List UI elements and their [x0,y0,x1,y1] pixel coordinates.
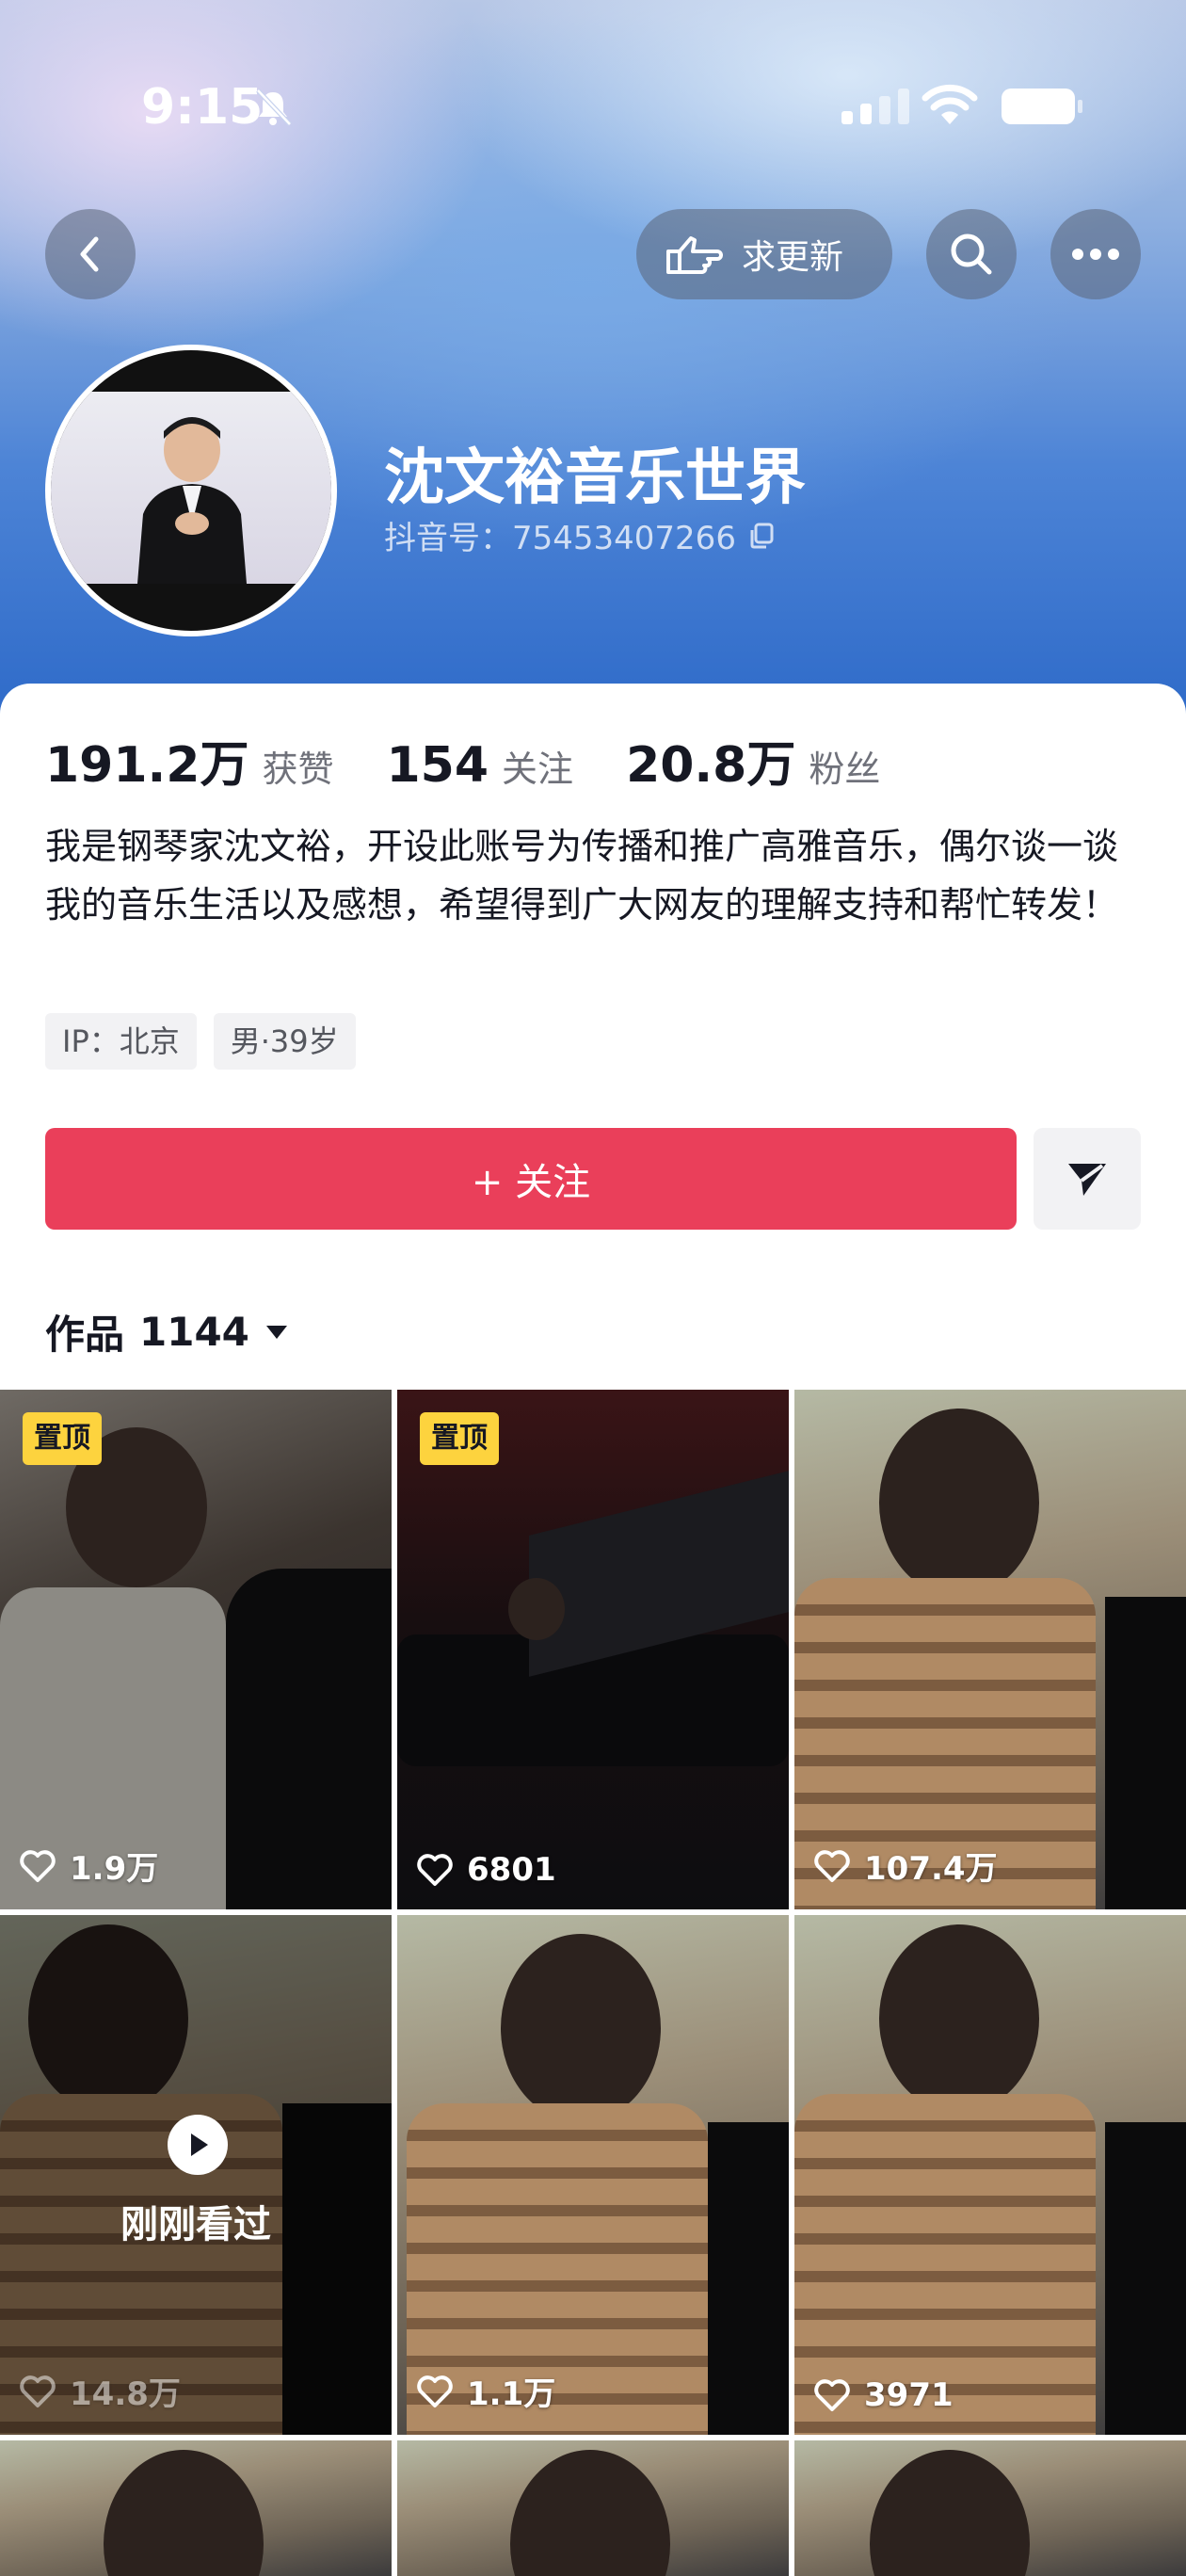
video-likes-count: 6801 [467,1851,556,1889]
douyin-id-value: 75453407266 [512,520,736,557]
video-likes: 14.8万 [19,2368,181,2414]
follow-button[interactable]: + 关注 [45,1128,1017,1230]
works-tab-label: 作品 [45,1312,125,1358]
performer-head [879,1409,1039,1597]
video-thumbnail[interactable]: 1.1万 [397,1915,789,2435]
share-button[interactable] [1034,1128,1141,1230]
video-likes: 1.9万 [19,1843,158,1889]
play-icon [191,2133,208,2156]
video-thumbnail[interactable]: 置顶 6801 [397,1390,789,1909]
heart-icon [814,1849,850,1882]
video-likes-count: 1.9万 [70,1850,159,1888]
video-likes: 1.1万 [416,2368,555,2414]
performer-head [104,2450,264,2576]
back-button[interactable] [45,209,136,299]
heart-icon [417,1854,453,1886]
likes-count: 191.2万 [45,737,249,794]
video-thumbnail[interactable] [794,2440,1186,2576]
heart-icon [20,1849,56,1882]
piano-shape [1105,2122,1186,2435]
followers-label[interactable]: 粉丝 [809,740,880,792]
status-time: 9:15 [141,79,264,136]
search-icon [951,233,992,275]
avatar-photo [51,392,331,584]
more-dots-icon [1072,249,1119,260]
performer-head [510,2450,670,2576]
caret-down-icon [265,1325,287,1339]
tab-works[interactable]: 作品 1144 [45,1303,289,1360]
recently-watched-overlay [0,1915,392,2435]
following-label[interactable]: 关注 [502,740,573,792]
profile-bio: 我是钢琴家沈文裕，开设此账号为传播和推广高雅音乐，偶尔谈一谈我的音乐生活以及感想… [45,826,1119,926]
performer-head [508,1578,565,1640]
play-button[interactable] [168,2115,228,2175]
video-thumbnail[interactable]: 置顶 1.9万 [0,1390,392,1909]
cellular-signal-icon [841,89,909,124]
works-count: 1144 [139,1309,249,1355]
douyin-id-text: 抖音号：75453407266 [384,512,736,558]
video-likes: 107.4万 [813,1843,998,1889]
performer-head [870,2450,1030,2576]
douyin-id: 抖音号：75453407266 [384,512,776,558]
video-likes-count: 1.1万 [467,2375,556,2413]
piano-shape [708,2122,789,2435]
video-likes-count: 14.8万 [70,2375,181,2413]
performer-head [501,1934,661,2122]
followers-count[interactable]: 20.8万 [626,725,795,796]
status-bar: 9:15 [0,0,1186,136]
video-likes: 6801 [416,1851,556,1889]
recently-watched-label: 刚刚看过 [120,2203,271,2246]
heart-icon [417,2375,453,2407]
pinned-badge: 置顶 [23,1412,102,1465]
piano-shape [226,1569,392,1909]
mute-bell-icon [256,89,292,126]
profile-tags: IP：北京 男·39岁 [45,1013,356,1070]
heart-icon [20,2375,56,2407]
video-likes: 3971 [813,2376,954,2414]
more-button[interactable] [1050,209,1141,299]
profile-name: 沈文裕音乐世界 [384,443,806,513]
ip-location-tag: IP：北京 [45,1013,197,1070]
video-thumbnail[interactable]: 3971 [794,1915,1186,2435]
request-update-label: 求更新 [742,238,844,277]
avatar[interactable] [45,345,337,636]
copy-icon[interactable] [747,522,776,550]
search-button[interactable] [926,209,1017,299]
follow-button-label: + 关注 [471,1161,591,1204]
video-thumbnail[interactable]: 刚刚看过 14.8万 [0,1915,392,2435]
piano-shape [1105,1597,1186,1909]
video-thumbnail[interactable] [397,2440,789,2576]
gender-age-tag: 男·39岁 [213,1013,356,1070]
heart-icon [814,2379,850,2411]
wifi-icon [922,84,978,124]
douyin-id-label: 抖音号： [384,520,512,557]
pinned-badge: 置顶 [420,1412,499,1465]
chevron-left-icon [80,236,99,272]
request-update-button[interactable]: 求更新 [636,209,892,299]
send-arrow-icon [1068,1164,1106,1196]
pointing-hand-icon [666,236,723,274]
performer-head [879,1924,1039,2113]
battery-icon [1002,89,1082,124]
video-thumbnail[interactable]: 107.4万 [794,1390,1186,1909]
likes-label: 获赞 [262,749,334,790]
following-count[interactable]: 154 [387,737,489,794]
video-likes-count: 3971 [864,2376,954,2414]
video-likes-count: 107.4万 [864,1850,998,1888]
video-thumbnail[interactable] [0,2440,392,2576]
profile-stats: 191.2万 获赞 154 关注 20.8万 粉丝 [45,725,933,796]
